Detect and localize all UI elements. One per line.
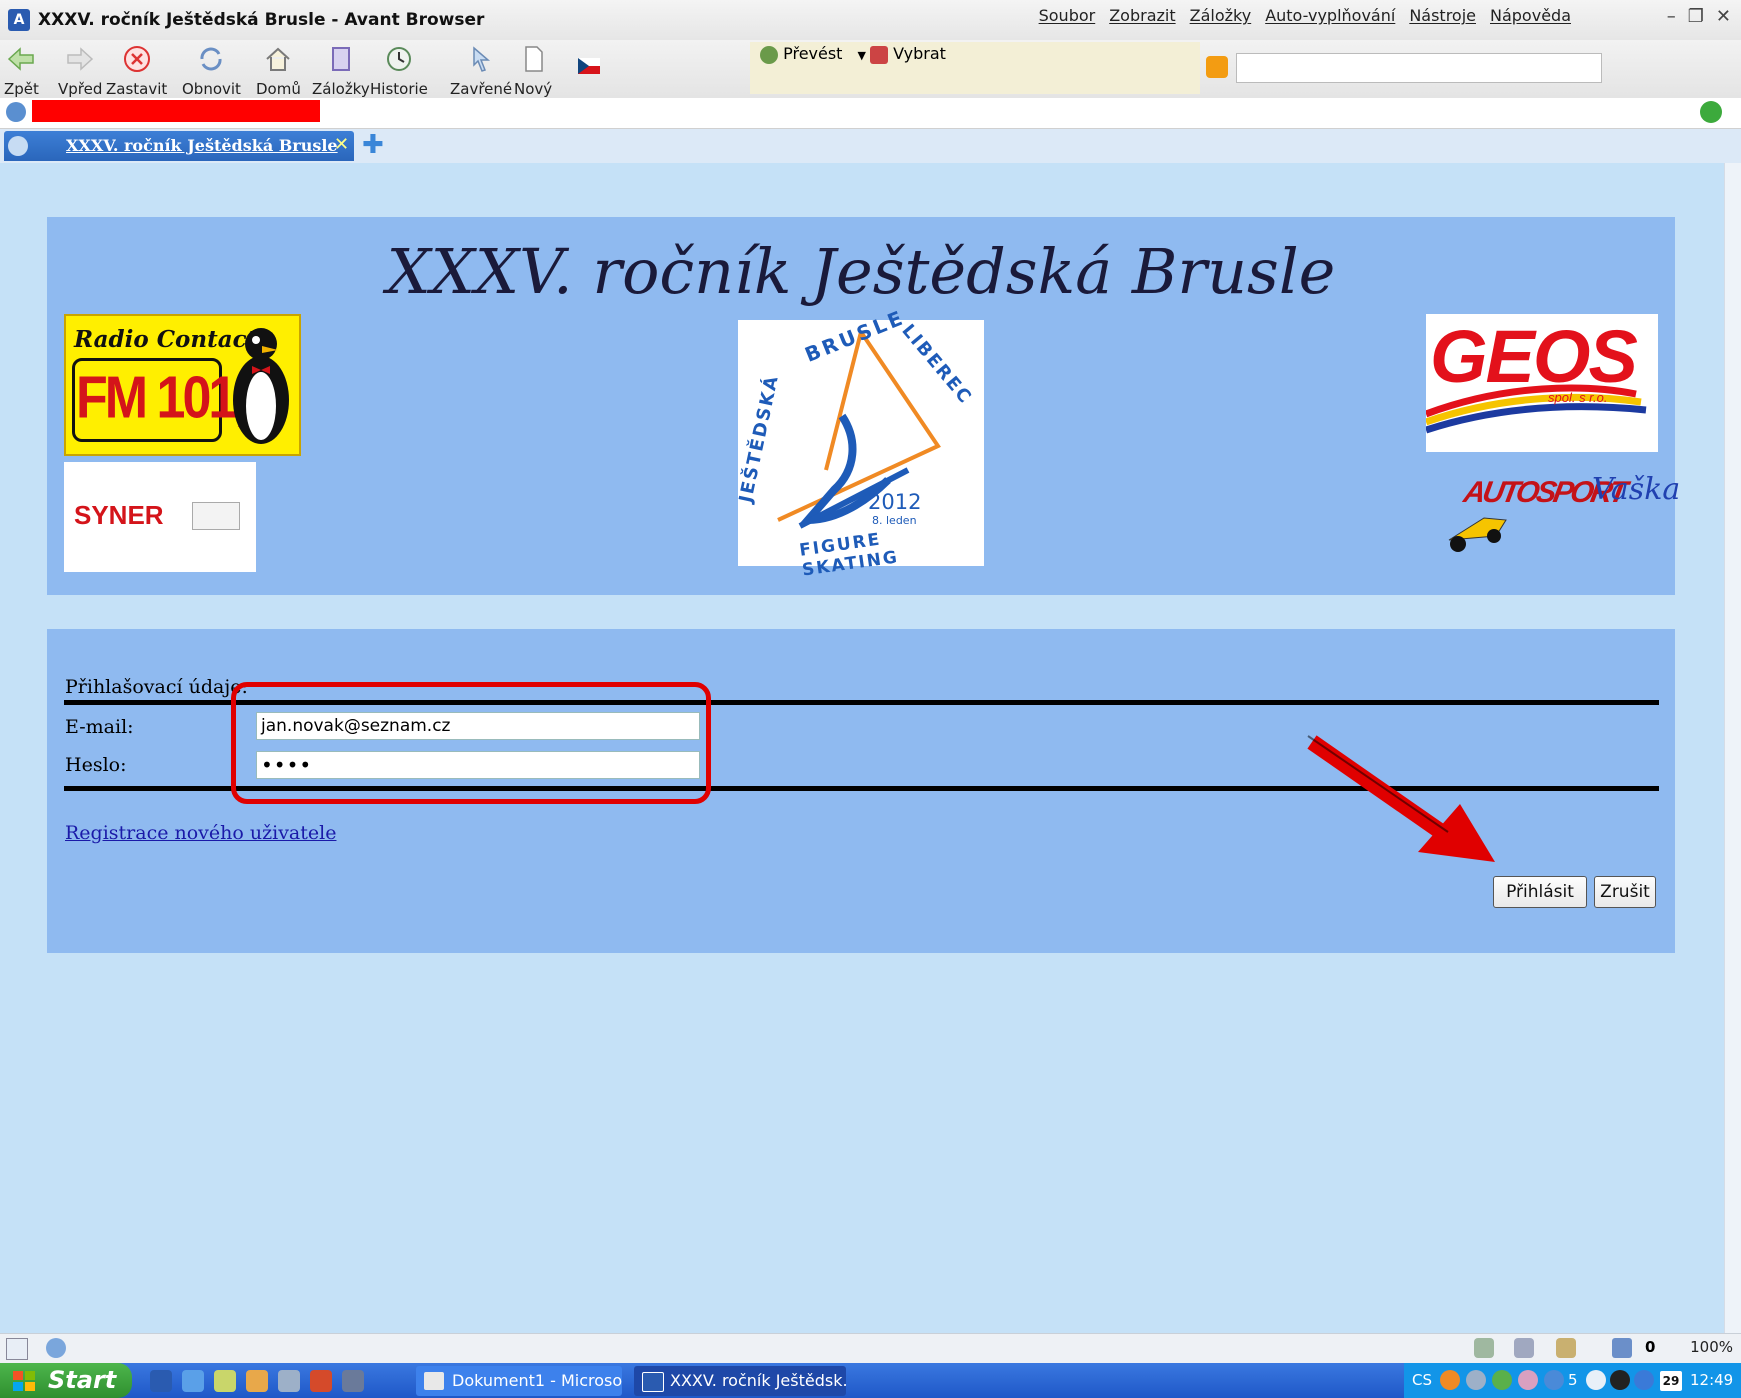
new-page-icon <box>525 46 543 72</box>
search-engine-icon[interactable] <box>1206 56 1228 78</box>
geos-logo: GEOS spol. s r.o. <box>1426 314 1658 452</box>
tab-title[interactable]: XXXV. ročník Ještědská Brusle <box>66 136 338 155</box>
menu-tools[interactable]: Nástroje <box>1409 6 1476 25</box>
menu-bookmarks[interactable]: Záložky <box>1190 6 1252 25</box>
tray-messenger-icon[interactable] <box>1518 1370 1538 1390</box>
tray-date-badge[interactable]: 29 <box>1660 1371 1682 1391</box>
back-button[interactable]: Zpět <box>4 44 39 98</box>
race-car-icon <box>1448 517 1507 552</box>
email-label: E-mail: <box>65 716 134 738</box>
czech-flag-icon[interactable] <box>578 58 600 74</box>
status-count: 0 <box>1645 1338 1656 1356</box>
convert-button[interactable]: Převést ▼ <box>760 44 866 64</box>
autosport-vaska-logo: AUTOSPORT Vaška <box>1436 462 1680 558</box>
history-button[interactable]: Historie <box>370 44 428 98</box>
tab-close-icon[interactable]: ✕ <box>334 134 349 155</box>
quicklaunch-avant-icon[interactable] <box>150 1370 172 1392</box>
quicklaunch-media-icon[interactable] <box>310 1370 332 1392</box>
quicklaunch-calendar-icon[interactable] <box>342 1370 364 1392</box>
syner-logo: SYNER <box>64 462 256 572</box>
penguin-icon <box>233 328 289 444</box>
avant-browser-task-icon <box>642 1372 664 1392</box>
home-icon <box>266 47 291 71</box>
radio-contact-logo: Radio Contact FM 101,4 <box>64 314 301 456</box>
menu-file[interactable]: Soubor <box>1039 6 1096 25</box>
jestedska-brusle-logo: BRUSLE LIBEREC JEŠTĚDSKÁ FIGURE SKATING … <box>735 305 984 581</box>
register-new-user-link[interactable]: Registrace nového uživatele <box>65 822 336 844</box>
quicklaunch-ie-icon[interactable] <box>182 1370 204 1392</box>
zoom-level[interactable]: 100% <box>1690 1338 1733 1356</box>
avant-browser-app-icon: A <box>8 9 30 31</box>
language-indicator[interactable]: CS <box>1412 1371 1432 1389</box>
minimize-button[interactable]: – <box>1667 6 1676 27</box>
close-window-button[interactable]: ✕ <box>1716 6 1731 27</box>
tray-shield-icon[interactable] <box>1492 1370 1512 1390</box>
menu-view[interactable]: Zobrazit <box>1109 6 1175 25</box>
new-tab-icon[interactable]: ✚ <box>362 132 384 158</box>
dynamic-firm-badge-icon <box>192 502 240 530</box>
stop-button[interactable]: Zastavit <box>106 44 167 98</box>
refresh-button[interactable]: Obnovit <box>182 44 241 98</box>
window-controls: – ❐ ✕ <box>1667 6 1731 27</box>
maximize-button[interactable]: ❐ <box>1688 6 1704 27</box>
tray-update-icon[interactable] <box>1634 1370 1654 1390</box>
site-globe-icon <box>6 102 26 122</box>
status-tool-icon[interactable] <box>1474 1338 1494 1358</box>
page-title: XXXV. ročník Ještědská Brusle <box>386 235 1336 308</box>
taskbar-item-word[interactable]: Dokument1 - Microsof... <box>416 1366 622 1396</box>
new-page-button[interactable]: Nový <box>514 44 552 98</box>
convert-icon <box>760 45 778 64</box>
tray-chevron-icon[interactable] <box>1440 1370 1460 1390</box>
quicklaunch-notes-icon[interactable] <box>214 1370 236 1392</box>
windows-logo-icon <box>12 1370 36 1392</box>
geos-swoosh-icon <box>1426 384 1647 434</box>
menu-help[interactable]: Nápověda <box>1490 6 1571 25</box>
status-lock-icon[interactable] <box>1556 1338 1576 1358</box>
tray-disc-icon[interactable] <box>1586 1370 1606 1390</box>
panel-toggle-icon[interactable] <box>6 1338 28 1360</box>
tray-media-icon[interactable] <box>1610 1370 1630 1390</box>
menu-bar: Soubor Zobrazit Záložky Auto-vyplňování … <box>1039 6 1571 25</box>
bookmarks-button[interactable]: Záložky <box>312 44 370 98</box>
chevron-down-icon: ▼ <box>857 49 867 62</box>
login-button[interactable]: Přihlásit <box>1493 876 1587 908</box>
stop-icon <box>123 46 150 72</box>
bookmarks-icon <box>331 47 350 71</box>
address-field-redacted[interactable] <box>32 100 320 122</box>
window-title: XXXV. ročník Ještědská Brusle - Avant Br… <box>38 10 485 30</box>
closed-tabs-icon <box>473 46 491 72</box>
cancel-button[interactable]: Zrušit <box>1594 876 1656 908</box>
tray-network-icon[interactable] <box>1466 1370 1486 1390</box>
home-button[interactable]: Domů <box>256 44 301 98</box>
vertical-scrollbar[interactable] <box>1724 163 1741 1333</box>
search-input[interactable] <box>1236 53 1602 83</box>
password-label: Heslo: <box>65 754 127 776</box>
select-icon <box>870 45 888 64</box>
select-button[interactable]: Vybrat <box>870 44 946 64</box>
status-globe-icon <box>46 1338 66 1358</box>
pointer-arrow-annotation-icon <box>1307 735 1495 862</box>
refresh-icon <box>200 47 222 71</box>
taskbar-item-browser[interactable]: XXXV. ročník Ještědsk... <box>634 1366 846 1396</box>
tray-search-icon[interactable] <box>1544 1370 1564 1390</box>
back-arrow-icon <box>8 47 35 71</box>
menu-autofill[interactable]: Auto-vyplňování <box>1265 6 1395 25</box>
forward-button[interactable]: Vpřed <box>58 44 102 98</box>
go-icon[interactable] <box>1700 101 1722 123</box>
tab-favicon-icon <box>8 136 28 156</box>
tray-counter: 5 <box>1568 1371 1578 1389</box>
word-document-icon <box>424 1372 444 1390</box>
quicklaunch-firefox-icon[interactable] <box>246 1370 268 1392</box>
quicklaunch-user-icon[interactable] <box>278 1370 300 1392</box>
clock[interactable]: 12:49 <box>1690 1371 1733 1389</box>
history-icon <box>386 47 411 71</box>
forward-arrow-icon <box>67 47 94 71</box>
login-heading: Přihlašovací údaje: <box>65 676 248 698</box>
credentials-highlight-annotation <box>231 682 711 804</box>
status-monitor-icon[interactable] <box>1514 1338 1534 1358</box>
closed-tabs-button[interactable]: Zavřené <box>450 44 512 98</box>
status-popup-icon[interactable] <box>1612 1338 1632 1358</box>
